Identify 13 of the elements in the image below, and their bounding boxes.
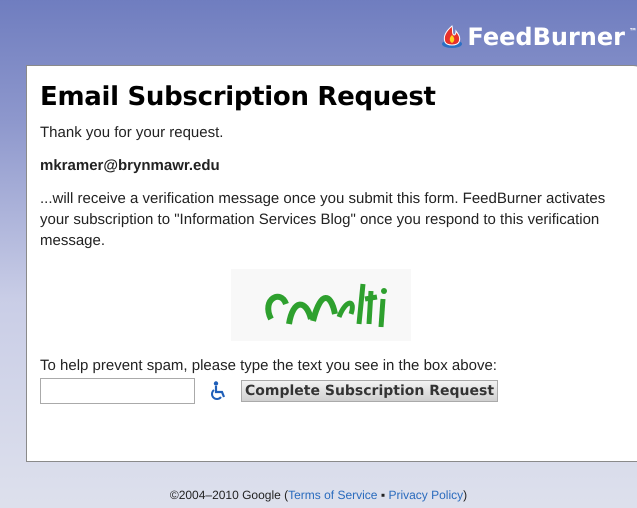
captcha-input-field[interactable] <box>40 378 195 404</box>
spam-prompt: To help prevent spam, please type the text you see in the box above: <box>40 356 498 376</box>
feedburner-logo: FeedBurner ™ <box>441 22 637 50</box>
email-text: mkramer@brynmawr.edu <box>40 156 221 176</box>
footer-text: ©2004–2010 Google (Terms of Service ▪ Privacy Policy) <box>168 488 468 502</box>
terms-link[interactable]: Terms of Service <box>288 488 378 502</box>
thanks-text: Thank you for your request. <box>40 123 224 143</box>
privacy-link[interactable]: Privacy Policy <box>388 488 464 502</box>
message-text: ...will receive a verification message once you submit this form. FeedBurner activates your subscription to "Information Services Blog" once you respond to this verification message. <box>40 189 606 251</box>
page-title: Email Subscription Request <box>40 82 437 112</box>
flame-icon <box>441 24 464 48</box>
submit-button[interactable]: Complete Subscription Request <box>241 380 498 402</box>
wheelchair-icon[interactable] <box>209 381 227 401</box>
